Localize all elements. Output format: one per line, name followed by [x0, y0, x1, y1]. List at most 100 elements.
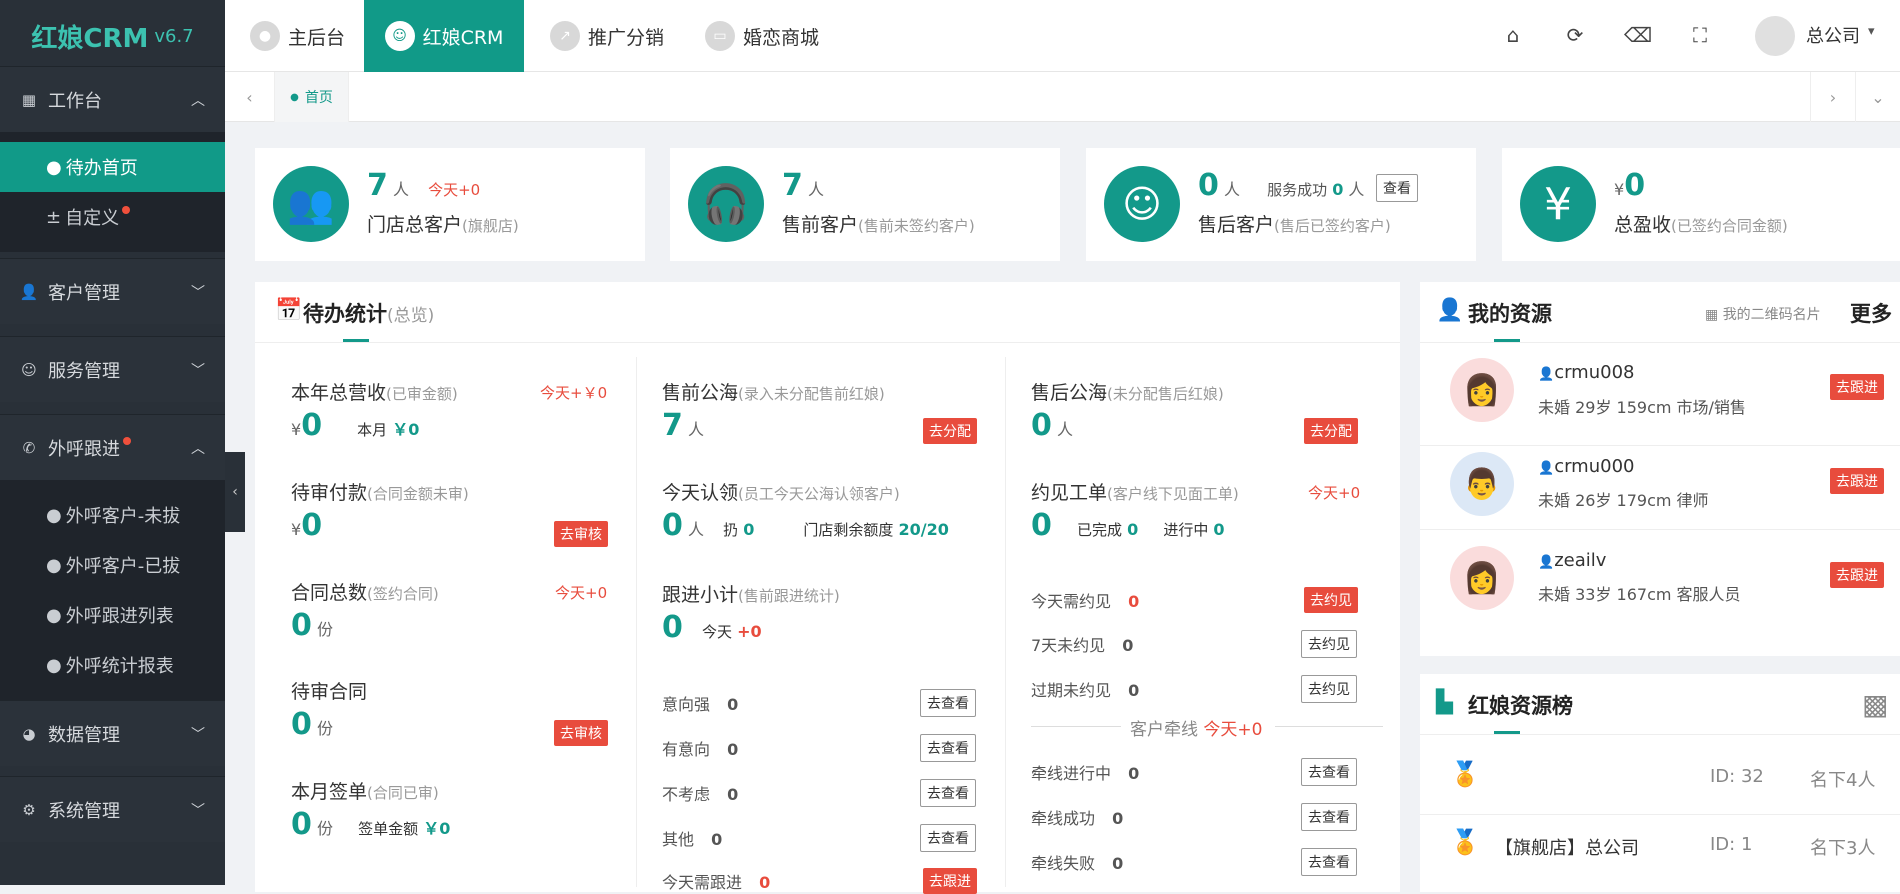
avatar: 👩 — [1450, 546, 1514, 610]
calendar-icon: 📅 — [275, 298, 303, 323]
tab-menu-dropdown[interactable]: ⌄ — [1855, 72, 1900, 122]
notification-dot — [123, 436, 131, 445]
headset-icon: 🎧 — [688, 166, 764, 242]
avatar: 👩 — [1450, 358, 1514, 422]
view-match-fail-button[interactable]: 去查看 — [1301, 848, 1357, 876]
users-icon: 👥 — [273, 166, 349, 242]
view-button[interactable]: 查看 — [1376, 174, 1418, 202]
bar-chart-icon: ▙ — [1436, 690, 1453, 715]
stat-row: 今天需跟进 0 — [662, 873, 771, 892]
medal-icon: 🏅 — [1450, 828, 1480, 856]
face-icon: ☺ — [384, 21, 415, 51]
view-not-considering-button[interactable]: 去查看 — [920, 779, 976, 807]
view-intent-button[interactable]: 去查看 — [920, 734, 976, 762]
stat-row: 其他 0 — [662, 830, 723, 849]
refresh-icon[interactable]: ⟳ — [1562, 22, 1588, 48]
menu-customer[interactable]: 👤 客户管理 ﹀ — [0, 258, 225, 324]
chevron-up-icon: ︿ — [191, 440, 205, 457]
view-match-success-button[interactable]: 去查看 — [1301, 803, 1357, 831]
tab-main-backend[interactable]: ● 主后台 — [250, 0, 345, 72]
kpi-card-presale: 🎧 7 人 售前客户(售前未签约客户) — [670, 148, 1060, 261]
submenu-workbench: ● 待办首页 ± 自定义 — [0, 132, 225, 252]
avatar: 👨 — [1450, 452, 1514, 516]
stat-row: 意向强 0 — [662, 695, 739, 714]
tab-crm[interactable]: ☺ 红娘CRM — [364, 0, 524, 72]
review-payment-button[interactable]: 去审核 — [554, 521, 608, 547]
sidebar-item-outcall-undialed[interactable]: ● 外呼客户-未拔 — [0, 490, 225, 540]
ranking-panel: ▙ 红娘资源榜 ▩ 🏅 ID: 32 名下4人 🏅 【旗舰店】总公司 ID: 1… — [1420, 674, 1900, 892]
qrcode-card-link[interactable]: ▦ 我的二维码名片 — [1705, 304, 1821, 324]
database-icon: ◕ — [22, 724, 36, 743]
female-icon: 👤 — [1538, 367, 1555, 382]
sidebar-item-outcall-report[interactable]: ● 外呼统计报表 — [0, 640, 225, 690]
notification-dot — [122, 206, 131, 214]
menu-workbench[interactable]: ▦ 工作台 ︿ — [0, 66, 225, 132]
meet-today-button[interactable]: 去约见 — [1304, 587, 1358, 613]
user-add-icon: 👤 — [1436, 298, 1464, 323]
more-link[interactable]: 更多 — [1850, 298, 1892, 328]
chevron-down-icon: ﹀ — [191, 362, 205, 379]
follow-button[interactable]: 去跟进 — [1830, 562, 1884, 588]
view-other-button[interactable]: 去查看 — [920, 824, 976, 852]
follow-button[interactable]: 去跟进 — [1830, 468, 1884, 494]
assign-presale-button[interactable]: 去分配 — [923, 418, 977, 444]
yen-icon: ¥ — [1520, 166, 1596, 242]
submenu-outcall: ● 外呼客户-未拔 ● 外呼客户-已拔 ● 外呼跟进列表 ● 外呼统计报表 — [0, 480, 225, 700]
kpi-card-revenue: ¥ ¥0 总盈收(已签约合同金额) — [1502, 148, 1900, 261]
medal-icon: 🏅 — [1450, 760, 1480, 788]
todo-stats-panel: 📅 待办统计(总览) 本年总营收(已审金额) 今天+￥0 ¥0 本月 ￥0 待审… — [255, 282, 1400, 894]
sidebar: 红娘CRM v6.7 ▦ 工作台 ︿ ● 待办首页 ± 自定义 👤 客户管理 ﹀ ☺ 服… — [0, 0, 225, 885]
review-contract-button[interactable]: 去审核 — [554, 720, 608, 746]
tab-promotion[interactable]: ↗ 推广分销 — [550, 0, 664, 72]
follow-button[interactable]: 去跟进 — [1830, 374, 1884, 400]
chevron-down-icon: ﹀ — [191, 284, 205, 301]
meet-7days-button[interactable]: 去约见 — [1301, 630, 1357, 658]
customer-face-icon: ☺ — [1104, 166, 1180, 242]
tab-scroll-right[interactable]: › — [1810, 72, 1855, 122]
tab-strip: ‹ ● 首页 › ⌄ — [225, 72, 1900, 122]
user-avatar[interactable] — [1755, 16, 1795, 56]
go-follow-button[interactable]: 去跟进 — [923, 868, 977, 894]
meet-expired-button[interactable]: 去约见 — [1301, 675, 1357, 703]
sidebar-item-todo-home[interactable]: ● 待办首页 — [0, 142, 225, 192]
female-icon: 👤 — [1538, 555, 1555, 570]
view-matching-button[interactable]: 去查看 — [1301, 758, 1357, 786]
qrcode-icon[interactable]: ▩ — [1862, 688, 1888, 721]
sidebar-collapse-toggle[interactable]: ‹ — [225, 452, 245, 532]
chevron-up-icon: ︿ — [191, 92, 205, 109]
top-nav: ● 主后台 ☺ 红娘CRM ↗ 推广分销 ▭ 婚恋商城 ⌂ ⟳ ⌫ ⛶ 总公司 ▾ — [225, 0, 1900, 72]
my-resources-panel: 👤 我的资源 ▦ 我的二维码名片 更多 👩 👤crmu008 未婚 29岁 15… — [1420, 282, 1900, 656]
stat-row: 有意向 0 — [662, 740, 739, 759]
avatar-icon: ● — [250, 21, 280, 51]
clear-cache-icon[interactable]: ⌫ — [1624, 22, 1652, 48]
view-strong-intent-button[interactable]: 去查看 — [920, 689, 976, 717]
tab-mall[interactable]: ▭ 婚恋商城 — [705, 0, 819, 72]
share-icon: ↗ — [550, 21, 580, 51]
kpi-card-total-customers: 👥 7 人 今天+0 门店总客户(旗舰店) — [255, 148, 645, 261]
tab-scroll-left[interactable]: ‹ — [225, 72, 275, 122]
service-icon: ☺ — [21, 360, 37, 379]
sidebar-item-custom[interactable]: ± 自定义 — [0, 192, 225, 242]
user-icon: 👤 — [19, 282, 39, 301]
menu-system[interactable]: ⚙ 系统管理 ﹀ — [0, 776, 225, 842]
menu-service[interactable]: ☺ 服务管理 ﹀ — [0, 336, 225, 402]
assign-aftersale-button[interactable]: 去分配 — [1304, 418, 1358, 444]
user-name[interactable]: 总公司 — [1806, 22, 1860, 48]
stat-row: 不考虑 0 — [662, 785, 739, 804]
matchmaking-divider: 客户牵线 今天+0 — [1130, 720, 1263, 740]
tab-home[interactable]: ● 首页 — [275, 72, 349, 122]
chevron-down-icon: ﹀ — [191, 726, 205, 743]
app-logo: 红娘CRM v6.7 — [31, 23, 194, 54]
male-icon: 👤 — [1538, 461, 1555, 476]
chevron-down-icon[interactable]: ▾ — [1868, 24, 1875, 39]
menu-data[interactable]: ◕ 数据管理 ﹀ — [0, 700, 225, 766]
menu-outcall[interactable]: ✆ 外呼跟进 ︿ — [0, 414, 225, 480]
phone-icon: ✆ — [22, 438, 36, 457]
chevron-down-icon: ﹀ — [191, 802, 205, 819]
fullscreen-icon[interactable]: ⛶ — [1687, 22, 1713, 48]
shop-icon: ▭ — [705, 21, 735, 51]
sidebar-item-outcall-list[interactable]: ● 外呼跟进列表 — [0, 590, 225, 640]
kpi-card-aftersale: ☺ 0 人 服务成功 0 人 查看 售后客户(售后已签约客户) — [1086, 148, 1476, 261]
home-icon[interactable]: ⌂ — [1500, 22, 1526, 48]
sidebar-item-outcall-dialed[interactable]: ● 外呼客户-已拔 — [0, 540, 225, 590]
